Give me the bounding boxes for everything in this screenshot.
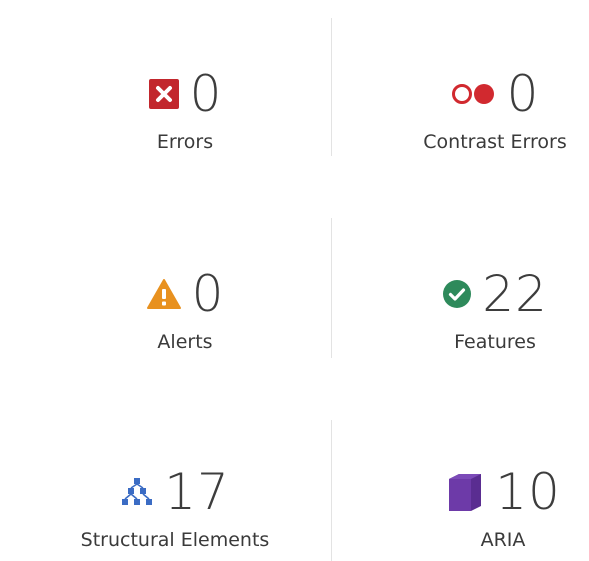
column-divider-top: [331, 18, 332, 156]
contrast-errors-label: Contrast Errors: [423, 131, 567, 153]
column-divider-bottom: [331, 420, 332, 561]
features-count: 22: [482, 265, 548, 323]
features-label: Features: [454, 331, 536, 353]
features-summary[interactable]: 22 Features: [350, 264, 589, 354]
error-x-icon: [148, 78, 180, 110]
alerts-count: 0: [191, 265, 225, 323]
structural-elements-count: 17: [164, 463, 230, 521]
aria-label: ARIA: [480, 529, 526, 551]
contrast-circles-icon: [451, 82, 497, 106]
wave-summary-panel: 0 Errors 0 Contrast Errors 0 Alerts 22 F…: [0, 0, 589, 561]
check-circle-icon: [442, 279, 472, 309]
structural-elements-summary[interactable]: 17 Structural Elements: [30, 462, 320, 552]
alert-triangle-icon: [146, 278, 182, 310]
aria-count: 10: [495, 463, 561, 521]
alerts-summary[interactable]: 0 Alerts: [40, 264, 330, 354]
structural-elements-label: Structural Elements: [80, 529, 270, 551]
contrast-errors-summary[interactable]: 0 Contrast Errors: [350, 64, 589, 154]
alerts-label: Alerts: [157, 331, 213, 353]
structure-tree-icon: [120, 477, 154, 507]
aria-cube-icon: [445, 472, 485, 512]
column-divider-middle: [331, 218, 332, 358]
contrast-errors-count: 0: [506, 65, 540, 123]
errors-summary[interactable]: 0 Errors: [40, 64, 330, 154]
errors-count: 0: [189, 65, 223, 123]
aria-summary[interactable]: 10 ARIA: [358, 462, 589, 552]
errors-label: Errors: [156, 131, 214, 153]
